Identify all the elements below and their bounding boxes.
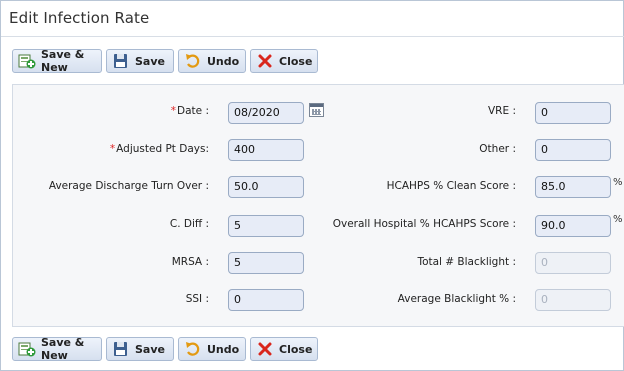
hcahps-clean-score-label: HCAHPS % Clean Score : <box>386 180 516 192</box>
save-and-new-label: Save & New <box>41 336 85 362</box>
average-discharge-turn-over-input[interactable]: 50.0 <box>228 176 304 198</box>
required-marker: * <box>109 143 116 155</box>
undo-arrow-icon <box>184 53 202 69</box>
window-title: Edit Infection Rate <box>9 9 150 27</box>
calendar-icon[interactable] <box>309 103 324 117</box>
vre-input[interactable]: 0 <box>535 102 611 124</box>
other-label: Other : <box>479 143 516 155</box>
save-new-icon <box>18 53 36 69</box>
c-diff-input[interactable]: 5 <box>228 215 304 237</box>
date-label: *Date : <box>171 105 209 117</box>
bottom-toolbar: Save & New Save Undo Close <box>12 336 322 362</box>
percent-suffix: % <box>613 177 623 188</box>
edit-infection-rate-window: Edit Infection Rate Save & New Save Undo <box>0 0 624 371</box>
close-button[interactable]: Close <box>250 337 318 361</box>
other-input[interactable]: 0 <box>535 139 611 161</box>
ssi-label: SSI : <box>185 293 209 305</box>
floppy-disk-icon <box>112 53 130 69</box>
save-label: Save <box>135 342 165 356</box>
top-toolbar: Save & New Save Undo Close <box>12 48 322 74</box>
close-button[interactable]: Close <box>250 49 318 73</box>
close-label: Close <box>279 342 313 356</box>
c-diff-label: C. Diff : <box>169 218 209 230</box>
ssi-input[interactable]: 0 <box>228 289 304 311</box>
save-and-new-label: Save & New <box>41 48 85 74</box>
hcahps-clean-score-input[interactable]: 85.0 <box>535 176 611 198</box>
title-divider <box>1 36 624 37</box>
total-blacklight-input: 0 <box>535 252 611 274</box>
undo-button[interactable]: Undo <box>178 49 246 73</box>
save-new-icon <box>18 341 36 357</box>
adjusted-pt-days-label-text: Adjusted Pt Days: <box>116 143 209 155</box>
undo-label: Undo <box>207 342 240 356</box>
save-button[interactable]: Save <box>106 49 174 73</box>
mrsa-input[interactable]: 5 <box>228 252 304 274</box>
average-blacklight-input: 0 <box>535 289 611 311</box>
date-input[interactable]: 08/2020 <box>228 102 304 124</box>
undo-button[interactable]: Undo <box>178 337 246 361</box>
save-and-new-button[interactable]: Save & New <box>12 336 102 362</box>
undo-arrow-icon <box>184 341 202 357</box>
percent-suffix: % <box>613 214 623 225</box>
vre-label: VRE : <box>488 105 516 117</box>
undo-label: Undo <box>207 54 240 68</box>
save-button[interactable]: Save <box>106 337 174 361</box>
overall-hospital-hcahps-score-input[interactable]: 90.0 <box>535 215 611 237</box>
adjusted-pt-days-label: *Adjusted Pt Days: <box>110 143 209 155</box>
average-blacklight-label: Average Blacklight % : <box>397 293 516 305</box>
date-label-text: Date : <box>177 105 209 117</box>
floppy-disk-icon <box>112 341 130 357</box>
red-x-icon <box>256 53 274 69</box>
total-blacklight-label: Total # Blacklight : <box>417 256 516 268</box>
required-marker: * <box>170 105 177 117</box>
adjusted-pt-days-input[interactable]: 400 <box>228 139 304 161</box>
save-label: Save <box>135 54 165 68</box>
red-x-icon <box>256 341 274 357</box>
close-label: Close <box>279 54 313 68</box>
mrsa-label: MRSA : <box>171 256 209 268</box>
form-panel <box>12 84 624 327</box>
overall-hospital-hcahps-score-label: Overall Hospital % HCAHPS Score : <box>332 218 516 230</box>
save-and-new-button[interactable]: Save & New <box>12 48 102 74</box>
average-discharge-turn-over-label: Average Discharge Turn Over : <box>48 180 209 192</box>
